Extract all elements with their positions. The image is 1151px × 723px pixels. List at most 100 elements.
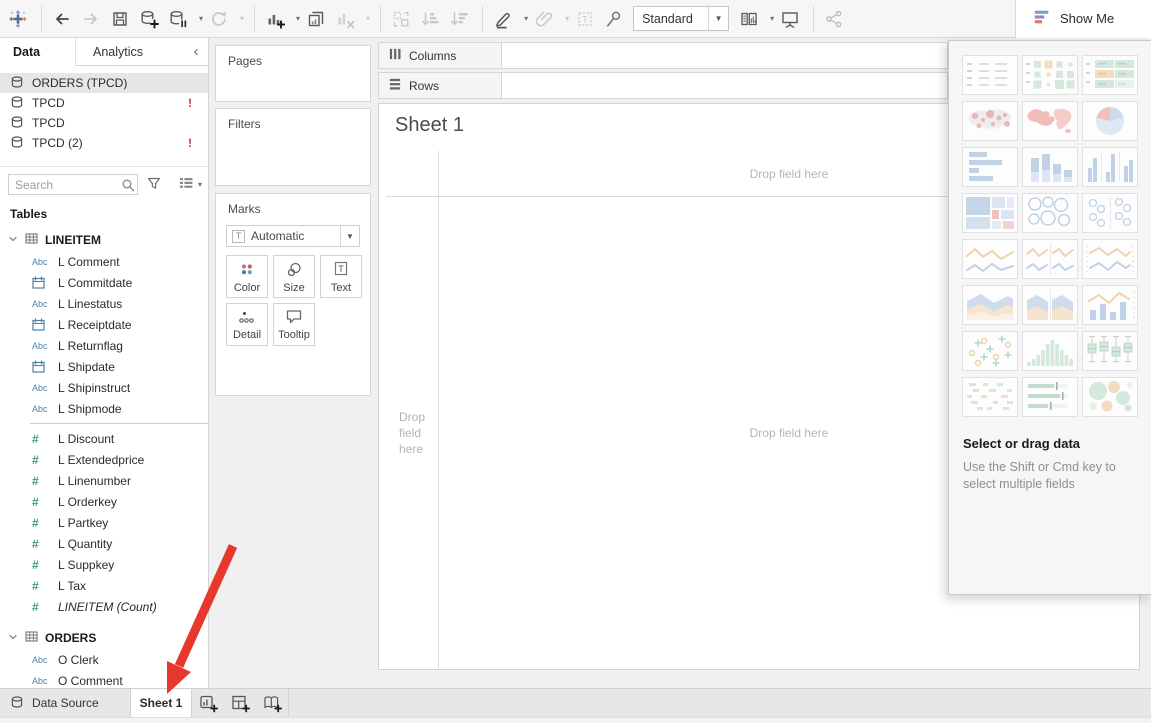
- new-story-button[interactable]: [256, 689, 288, 717]
- tableau-logo-icon[interactable]: [8, 5, 28, 33]
- mark-type-dropdown[interactable]: T Automatic ▼: [226, 225, 360, 247]
- field-item[interactable]: L Receiptdate: [0, 314, 208, 335]
- field-item[interactable]: #L Suppkey: [0, 554, 208, 575]
- field-item[interactable]: L Commitdate: [0, 272, 208, 293]
- pin-icon[interactable]: [604, 5, 624, 33]
- new-worksheet-icon-caret[interactable]: ▾: [296, 14, 300, 23]
- detail-button[interactable]: Detail: [226, 303, 268, 346]
- highlight-icon[interactable]: [493, 5, 513, 33]
- chart-type-continuous-lines[interactable]: [962, 239, 1018, 279]
- chart-type-symbol-map[interactable]: [962, 101, 1018, 141]
- field-item[interactable]: #L Tax: [0, 575, 208, 596]
- drop-field-here-left[interactable]: Drop field here: [386, 196, 438, 669]
- pause-auto-updates-icon-caret[interactable]: ▾: [199, 14, 203, 23]
- field-item[interactable]: #L Linenumber: [0, 470, 208, 491]
- chart-type-histogram[interactable]: [1022, 331, 1078, 371]
- fit-mode-select[interactable]: Standard▼: [633, 6, 729, 31]
- chart-type-discrete-area[interactable]: [1022, 285, 1078, 325]
- rows-icon: [388, 77, 402, 94]
- chart-type-continuous-area[interactable]: [962, 285, 1018, 325]
- expander-icon[interactable]: [8, 631, 18, 645]
- field-item[interactable]: L Shipdate: [0, 356, 208, 377]
- chart-type-filled-map[interactable]: [1022, 101, 1078, 141]
- columns-shelf[interactable]: Columns: [378, 42, 948, 69]
- view-as-caret-icon[interactable]: ▾: [198, 180, 202, 189]
- data-source-item[interactable]: TPCD!: [0, 93, 208, 113]
- chart-type-pie-chart[interactable]: [1082, 101, 1138, 141]
- save-icon[interactable]: [110, 5, 130, 33]
- field-label: L Tax: [58, 579, 86, 593]
- chart-type-packed-bubbles[interactable]: [1082, 377, 1138, 417]
- chart-type-bullet-graph[interactable]: [1022, 377, 1078, 417]
- field-item[interactable]: #LINEITEM (Count): [0, 596, 208, 617]
- chart-type-stacked-bars[interactable]: [1022, 147, 1078, 187]
- data-source-item[interactable]: ORDERS (TPCD): [0, 73, 208, 93]
- new-worksheet-icon[interactable]: [265, 5, 285, 33]
- new-sheet-buttons: [192, 689, 288, 717]
- back-arrow-icon[interactable]: [52, 5, 72, 33]
- table-group-orders[interactable]: ORDERS: [0, 627, 208, 649]
- color-button[interactable]: Color: [226, 255, 268, 298]
- expander-icon[interactable]: [8, 233, 18, 247]
- duplicate-sheet-icon[interactable]: [306, 5, 326, 33]
- filters-shelf[interactable]: Filters: [215, 108, 371, 186]
- field-item[interactable]: #L Partkey: [0, 512, 208, 533]
- table-group-lineitem[interactable]: LINEITEM: [0, 229, 208, 251]
- field-item[interactable]: #L Quantity: [0, 533, 208, 554]
- size-button[interactable]: Size: [273, 255, 315, 298]
- field-item[interactable]: AbcL Linestatus: [0, 293, 208, 314]
- sheet-title: Sheet 1: [395, 114, 464, 137]
- chart-type-packed-bubbles-outline[interactable]: [1022, 193, 1078, 233]
- tooltip-button[interactable]: Tooltip: [273, 303, 315, 346]
- rows-shelf[interactable]: Rows: [378, 72, 948, 99]
- chart-type-horizontal-bars[interactable]: [962, 147, 1018, 187]
- show-hide-cards-icon-caret[interactable]: ▾: [770, 14, 774, 23]
- text-button[interactable]: TText: [320, 255, 362, 298]
- search-input[interactable]: [8, 174, 138, 195]
- field-item[interactable]: AbcL Shipinstruct: [0, 377, 208, 398]
- chart-type-gantt[interactable]: [962, 377, 1018, 417]
- chart-type-scatter-plot[interactable]: [962, 331, 1018, 371]
- chart-type-side-by-side-bars[interactable]: [1082, 147, 1138, 187]
- field-item[interactable]: #L Orderkey: [0, 491, 208, 512]
- pages-shelf[interactable]: Pages: [215, 45, 371, 102]
- columns-shelf-droparea[interactable]: [502, 42, 948, 69]
- rows-shelf-droparea[interactable]: [502, 72, 948, 99]
- add-data-source-icon[interactable]: [139, 5, 159, 33]
- tab-analytics[interactable]: Analytics: [76, 38, 184, 66]
- data-source-item[interactable]: TPCD: [0, 113, 208, 133]
- chart-type-dual-combination[interactable]: [1082, 285, 1138, 325]
- collapse-pane-button[interactable]: ‹: [184, 38, 208, 66]
- chart-type-highlight-table[interactable]: [1082, 55, 1138, 95]
- presentation-mode-icon[interactable]: [780, 5, 800, 33]
- mark-type-caret-icon[interactable]: ▼: [340, 226, 359, 246]
- filter-fields-icon[interactable]: [146, 175, 162, 194]
- field-item[interactable]: #L Extendedprice: [0, 449, 208, 470]
- fit-mode-caret-icon[interactable]: ▼: [708, 7, 728, 30]
- show-me-button[interactable]: Show Me: [1015, 0, 1151, 38]
- new-worksheet-button[interactable]: [192, 689, 224, 717]
- data-source-tab[interactable]: Data Source: [0, 689, 131, 717]
- field-item[interactable]: AbcL Shipmode: [0, 398, 208, 419]
- tab-data[interactable]: Data: [0, 38, 76, 66]
- chart-type-box-and-whisker[interactable]: [1082, 331, 1138, 371]
- chart-type-discrete-lines[interactable]: [1022, 239, 1078, 279]
- field-item[interactable]: AbcL Comment: [0, 251, 208, 272]
- sheet-tab-sheet1[interactable]: Sheet 1: [131, 689, 192, 717]
- chart-type-dual-lines[interactable]: [1082, 239, 1138, 279]
- pause-auto-updates-icon[interactable]: [168, 5, 188, 33]
- chart-type-treemap[interactable]: [962, 193, 1018, 233]
- field-item[interactable]: AbcO Clerk: [0, 649, 208, 670]
- field-item[interactable]: AbcO Comment: [0, 670, 208, 688]
- marks-label: Marks: [216, 194, 370, 216]
- field-item[interactable]: #L Discount: [0, 428, 208, 449]
- view-as-grid-icon[interactable]: [178, 175, 194, 194]
- data-source-item[interactable]: TPCD (2)!: [0, 133, 208, 153]
- show-hide-cards-icon[interactable]: [739, 5, 759, 33]
- chart-type-heatmap[interactable]: [1022, 55, 1078, 95]
- new-dashboard-button[interactable]: [224, 689, 256, 717]
- field-item[interactable]: AbcL Returnflag: [0, 335, 208, 356]
- chart-type-circle-views[interactable]: [1082, 193, 1138, 233]
- chart-type-text-table[interactable]: [962, 55, 1018, 95]
- highlight-icon-caret[interactable]: ▾: [524, 14, 528, 23]
